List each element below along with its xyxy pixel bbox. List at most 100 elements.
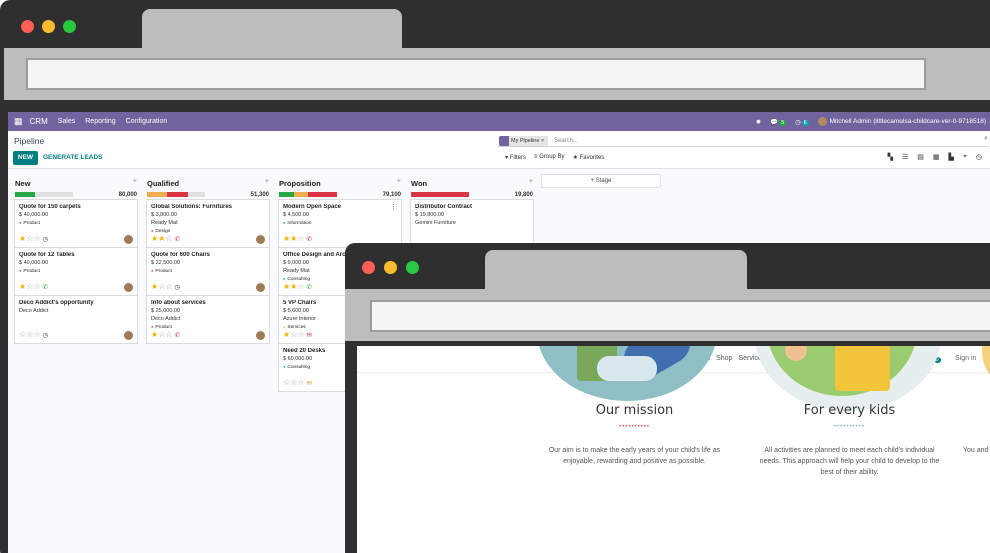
search-icon[interactable]: ⌕ — [984, 135, 988, 143]
activity-phone-icon[interactable]: ✆ — [307, 284, 312, 291]
search-facet[interactable]: My Pipeline × — [499, 136, 549, 146]
search-input[interactable]: Search... — [554, 136, 578, 146]
card-menu-icon[interactable]: ⋮ — [390, 203, 397, 211]
kanban-column: Won +19,800 Distributor Contract $ 19,800.0… — [410, 169, 534, 248]
sign-in-link[interactable]: Sign in — [955, 355, 976, 362]
activity-phone-icon[interactable]: ✆ — [175, 236, 180, 243]
priority-star-icon[interactable]: ☆ — [297, 234, 304, 243]
maximize-window-button[interactable] — [63, 20, 76, 33]
priority-star-icon[interactable]: ☆ — [297, 330, 304, 339]
progress-segment[interactable] — [147, 192, 168, 197]
column-title[interactable]: Proposition — [279, 179, 321, 188]
column-title[interactable]: Qualified — [147, 179, 179, 188]
column-total: 79,100 — [382, 192, 401, 198]
activity-phone-icon[interactable]: ✆ — [307, 236, 312, 243]
kanban-card[interactable]: Quote for 150 carpets $ 40,000.00 Product ★… — [14, 199, 138, 248]
favorites-button[interactable]: ★ Favorites — [573, 154, 605, 161]
filters-button[interactable]: ▾ Filters — [505, 154, 526, 161]
close-window-button[interactable] — [21, 20, 34, 33]
browser-tab[interactable] — [485, 250, 747, 290]
kanban-card[interactable]: Quote for 600 Chairs $ 22,500.00 Product ★☆… — [146, 247, 270, 296]
search-bar[interactable]: My Pipeline × Search... ⌕ — [498, 135, 988, 147]
quick-create-button[interactable]: + — [397, 178, 401, 185]
progress-segment[interactable] — [187, 192, 205, 197]
new-button[interactable]: NEW — [13, 151, 38, 165]
activity-clock-icon[interactable]: ◷ — [175, 284, 181, 291]
feature-text-3: You and r — [963, 447, 990, 454]
priority-star-icon[interactable]: ☆ — [165, 234, 172, 243]
column-progress-bar[interactable] — [411, 192, 469, 197]
pivot-view-icon[interactable]: ▦ — [933, 153, 940, 161]
activity-clock-icon[interactable]: ◷ — [43, 236, 49, 243]
address-bar[interactable] — [26, 58, 926, 90]
menu-sales[interactable]: Sales — [58, 118, 76, 125]
progress-segment[interactable] — [293, 192, 308, 197]
app-name[interactable]: CRM — [30, 117, 48, 126]
kanban-card[interactable]: Distributor Contract $ 19,800.00 Gemini Fu… — [410, 199, 534, 248]
messages-icon[interactable]: 💬 5 — [770, 118, 787, 126]
user-menu[interactable]: Mitchell Admin (littlecamelsa-childcare-… — [817, 117, 986, 126]
salesperson-avatar[interactable] — [256, 235, 265, 244]
maximize-window-button[interactable] — [406, 261, 419, 274]
salesperson-avatar[interactable] — [256, 331, 265, 340]
feature-divider: •••••••••• — [833, 424, 865, 430]
kanban-card[interactable]: Info about services $ 25,000.00 Deco Addic… — [146, 295, 270, 344]
quick-create-button[interactable]: + — [265, 178, 269, 185]
activities-icon[interactable]: ◷ 6 — [795, 118, 809, 126]
card-company: Deco Addict — [151, 316, 181, 322]
card-title: Quote for 150 carpets — [19, 204, 81, 210]
activity-phone-icon[interactable]: ✆ — [43, 284, 48, 291]
priority-star-icon[interactable]: ☆ — [33, 330, 40, 339]
add-stage-button[interactable]: + Stage — [541, 174, 661, 188]
priority-star-icon[interactable]: ☆ — [297, 378, 304, 387]
activity-clock-icon[interactable]: ◷ — [43, 332, 49, 339]
close-window-button[interactable] — [362, 261, 375, 274]
kanban-card[interactable]: Quote for 12 Tables $ 40,000.00 Product ★☆☆… — [14, 247, 138, 296]
map-view-icon[interactable]: ⌖ — [963, 153, 967, 161]
quick-create-button[interactable]: + — [133, 178, 137, 185]
generate-leads-button[interactable]: GENERATE LEADS — [43, 151, 102, 165]
kanban-view-icon[interactable]: ▚ — [888, 153, 893, 161]
browser-tab[interactable] — [142, 9, 402, 49]
bug-icon[interactable]: ✹ — [756, 118, 761, 126]
app-grid-icon[interactable]: ▦ — [14, 116, 23, 127]
progress-segment[interactable] — [167, 192, 188, 197]
column-progress-bar[interactable] — [147, 192, 205, 197]
address-bar[interactable] — [370, 300, 990, 332]
progress-segment[interactable] — [308, 192, 337, 197]
activity-mail-icon[interactable]: ✉ — [307, 380, 312, 387]
progress-segment[interactable] — [35, 192, 73, 197]
kanban-card[interactable]: Global Solutions: Furnitures $ 3,800.00 Re… — [146, 199, 270, 248]
priority-star-icon[interactable]: ☆ — [165, 282, 172, 291]
quick-create-button[interactable]: + — [529, 178, 533, 185]
graph-view-icon[interactable]: ▙ — [949, 153, 954, 161]
salesperson-avatar[interactable] — [124, 331, 133, 340]
column-progress-bar[interactable] — [279, 192, 337, 197]
priority-star-icon[interactable]: ☆ — [33, 282, 40, 291]
minimize-window-button[interactable] — [42, 20, 55, 33]
minimize-window-button[interactable] — [384, 261, 397, 274]
list-view-icon[interactable]: ☰ — [902, 153, 908, 161]
activity-view-icon[interactable]: ◷ — [976, 153, 982, 161]
kanban-card[interactable]: Deco Addict's opportunity Deco Addict ☆☆☆ ◷ — [14, 295, 138, 344]
kanban-card[interactable]: Modern Open Space $ 4,500.00 Information ★★… — [278, 199, 402, 248]
priority-star-icon[interactable]: ☆ — [297, 282, 304, 291]
priority-star-icon[interactable]: ☆ — [33, 234, 40, 243]
salesperson-avatar[interactable] — [124, 235, 133, 244]
progress-segment[interactable] — [15, 192, 36, 197]
calendar-view-icon[interactable]: ▤ — [917, 153, 924, 161]
nav-link-shop[interactable]: Shop — [716, 355, 732, 362]
menu-reporting[interactable]: Reporting — [85, 118, 115, 125]
activity-phone-icon[interactable]: ✆ — [175, 332, 180, 339]
priority-star-icon[interactable]: ☆ — [165, 330, 172, 339]
group-by-button[interactable]: ≡ Group By — [534, 154, 565, 161]
column-title[interactable]: Won — [411, 179, 427, 188]
menu-configuration[interactable]: Configuration — [126, 118, 168, 125]
activity-mail-icon[interactable]: ✉ — [307, 332, 312, 339]
column-progress-bar[interactable] — [15, 192, 73, 197]
salesperson-avatar[interactable] — [124, 283, 133, 292]
salesperson-avatar[interactable] — [256, 283, 265, 292]
column-title[interactable]: New — [15, 179, 30, 188]
progress-segment[interactable] — [411, 192, 469, 197]
progress-segment[interactable] — [279, 192, 294, 197]
